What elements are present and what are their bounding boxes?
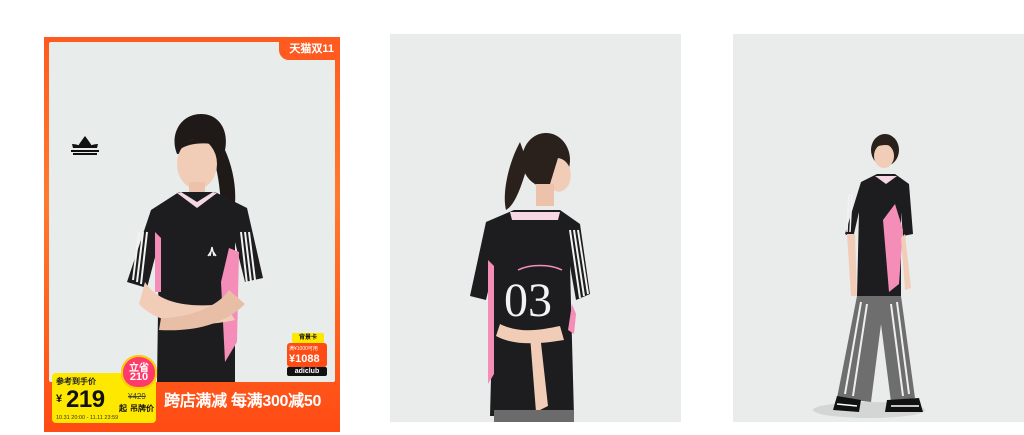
cross-store-promo: 跨店满减 每满300减50 xyxy=(164,393,322,410)
club-coupon: 满¥1000可用 ¥1088 xyxy=(287,343,327,367)
svg-text:03: 03 xyxy=(504,274,552,327)
double-11-tag: 天猫双11 xyxy=(279,37,340,60)
club-amount: ¥1088 xyxy=(289,353,320,365)
model-fullbody-illustration xyxy=(813,134,925,418)
product-photo-fullbody[interactable] xyxy=(733,34,1024,422)
save-badge: 立省 210 xyxy=(121,355,157,389)
promo-date-range: 10.31 20:00 - 11.11 23:59 xyxy=(56,415,119,421)
club-top-label: 背景卡 xyxy=(292,333,324,343)
save-amount: 210 xyxy=(129,371,149,383)
product-card-main[interactable]: 天猫双11 背景卡 满¥1000可用 ¥1088 adiclub 参考到手价 ¥… xyxy=(44,37,340,432)
club-threshold: 满¥1000可用 xyxy=(289,346,318,352)
product-card-fullbody[interactable] xyxy=(733,34,1024,422)
tag-price-label: 吊牌价 xyxy=(130,404,154,413)
price-from-label: 起 xyxy=(119,404,127,413)
product-photo-front[interactable] xyxy=(49,42,335,382)
adiclub-coupon-badge[interactable]: 背景卡 满¥1000可用 ¥1088 adiclub xyxy=(287,333,329,377)
price-amount: 219 xyxy=(66,386,105,413)
original-price: ¥429 xyxy=(128,392,146,401)
product-card-back[interactable]: 03 xyxy=(390,34,681,422)
price-currency: ¥ xyxy=(56,393,63,405)
adiclub-label: adiclub xyxy=(287,367,327,376)
model-back-illustration: 03 xyxy=(470,133,590,422)
model-front-illustration xyxy=(127,114,263,382)
product-photo-back[interactable]: 03 xyxy=(390,34,681,422)
adidas-trefoil-icon xyxy=(69,134,101,158)
